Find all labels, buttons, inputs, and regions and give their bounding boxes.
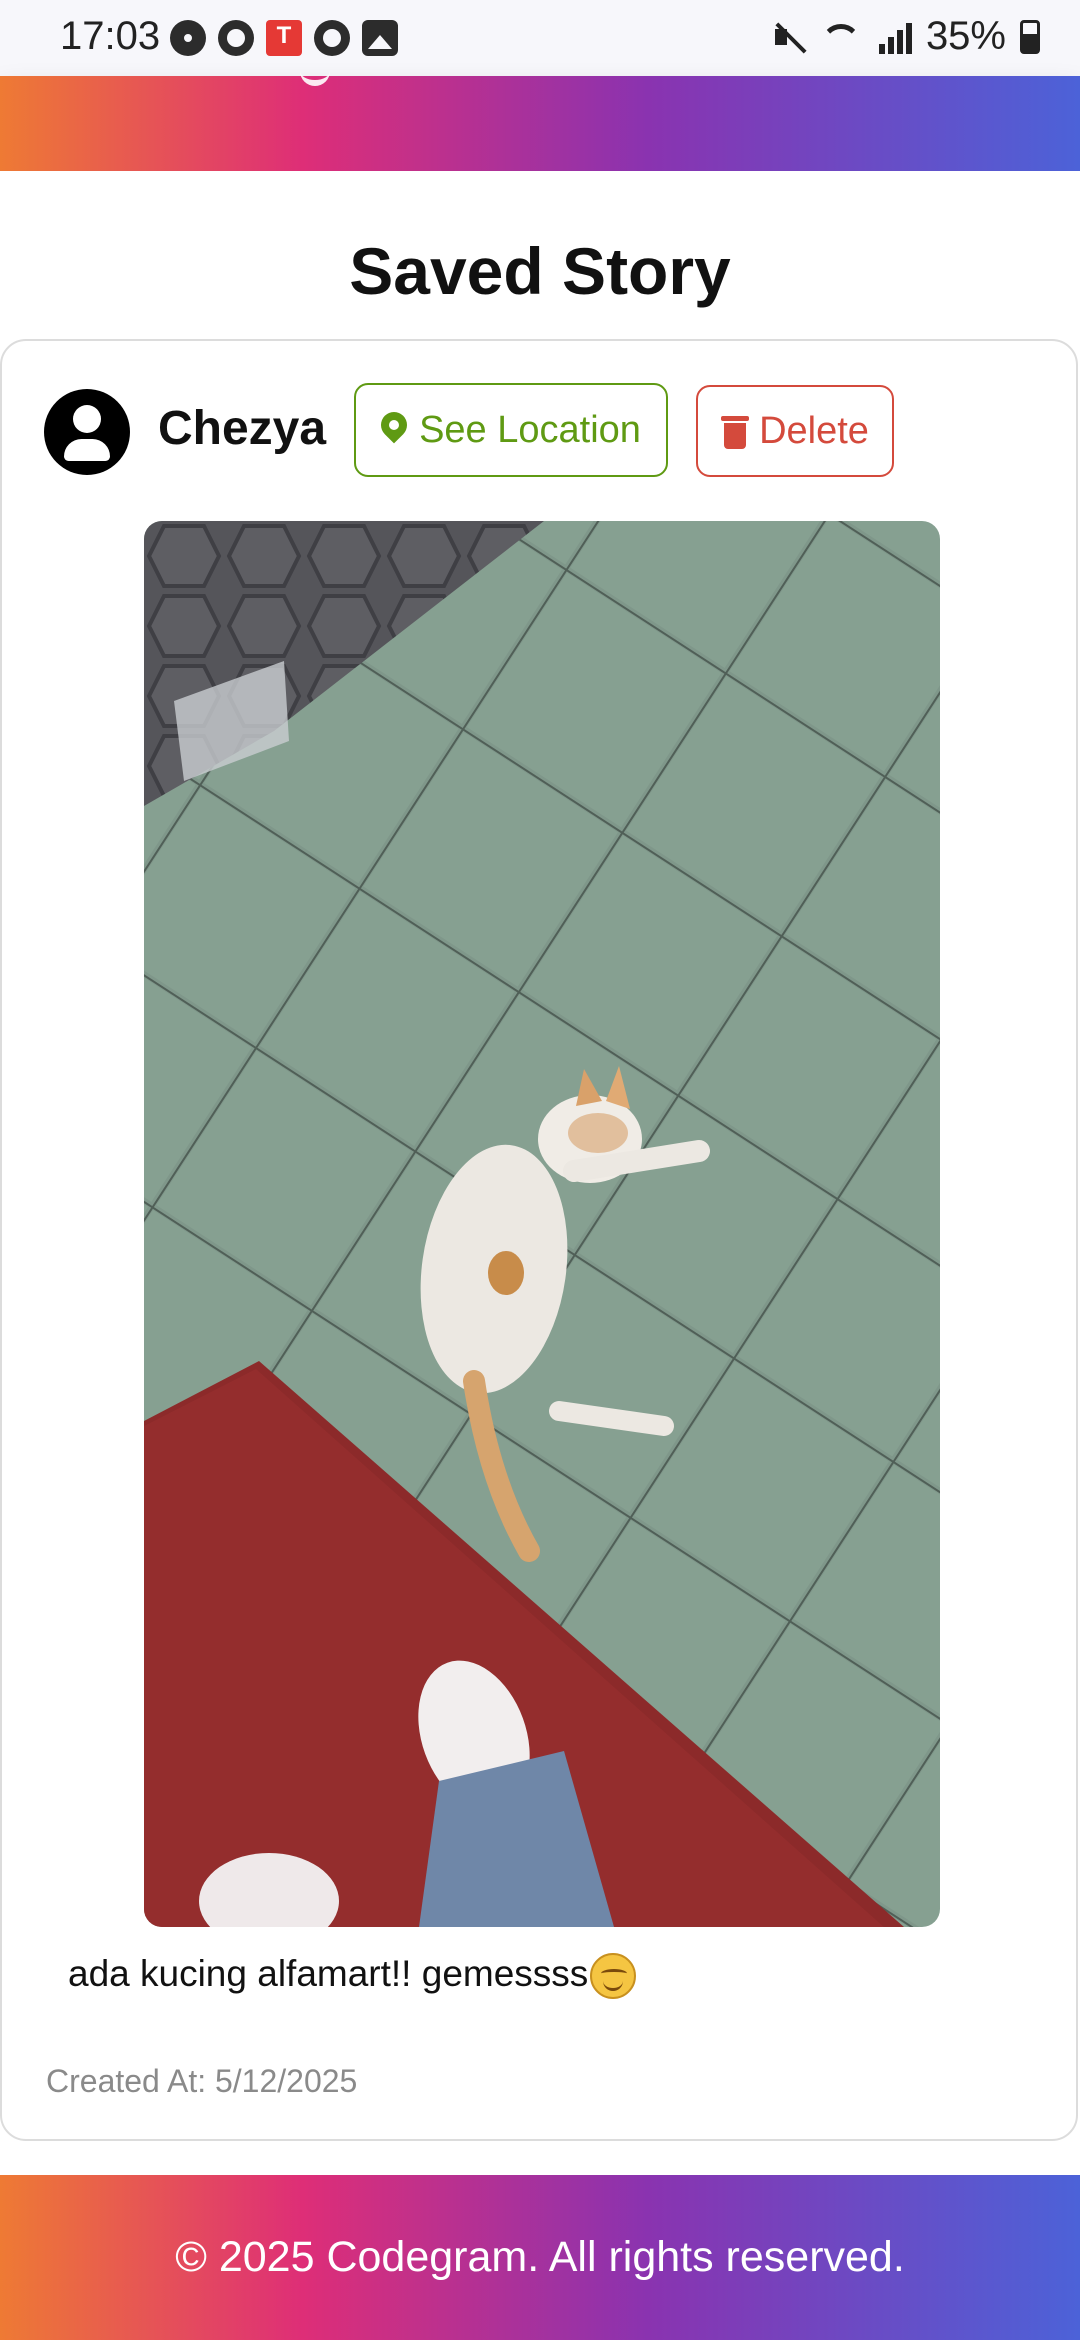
saved-story-page: Saved Story Chezya See Location Delete a… (0, 171, 1080, 2175)
status-bar: 17:03 35% (0, 0, 1080, 76)
story-photo-image (144, 521, 940, 1927)
signal-icon (878, 20, 912, 54)
header-logo-fragment (300, 56, 330, 86)
app-footer: © 2025 Codegram. All rights reserved. (0, 2175, 1080, 2340)
footer-copyright: © 2025 Codegram. All rights reserved. (175, 2233, 905, 2281)
notification-app-icon (266, 20, 302, 56)
delete-button[interactable]: Delete (696, 385, 894, 477)
github-icon (218, 20, 254, 56)
app-header (0, 76, 1080, 171)
map-pin-icon (381, 412, 407, 448)
chrome-icon (170, 20, 206, 56)
notification-icons (170, 20, 398, 56)
story-card: Chezya See Location Delete ada kucing al… (0, 339, 1078, 2141)
see-location-label: See Location (419, 408, 641, 451)
delete-label: Delete (759, 409, 869, 452)
see-location-button[interactable]: See Location (354, 383, 668, 477)
story-caption-text: ada kucing alfamart!! gemessss (68, 1953, 589, 1994)
system-icons: 35% (773, 14, 1040, 59)
user-icon (73, 405, 101, 433)
story-username[interactable]: Chezya (158, 401, 326, 456)
github-icon (314, 20, 350, 56)
story-caption: ada kucing alfamart!! gemessss (68, 1953, 637, 2000)
battery-percent: 35% (925, 14, 1006, 58)
mute-icon (773, 20, 807, 54)
created-at-text: Created At: 5/12/2025 (46, 2063, 358, 2099)
wifi-icon (821, 20, 865, 54)
avatar[interactable] (44, 389, 130, 475)
trash-icon (721, 413, 750, 449)
story-photo[interactable] (144, 521, 940, 1927)
battery-icon (1020, 19, 1040, 54)
page-title: Saved Story (349, 234, 731, 308)
status-time: 17:03 (60, 14, 161, 58)
smiling-face-icon (590, 1953, 637, 2000)
gallery-icon (362, 20, 398, 56)
